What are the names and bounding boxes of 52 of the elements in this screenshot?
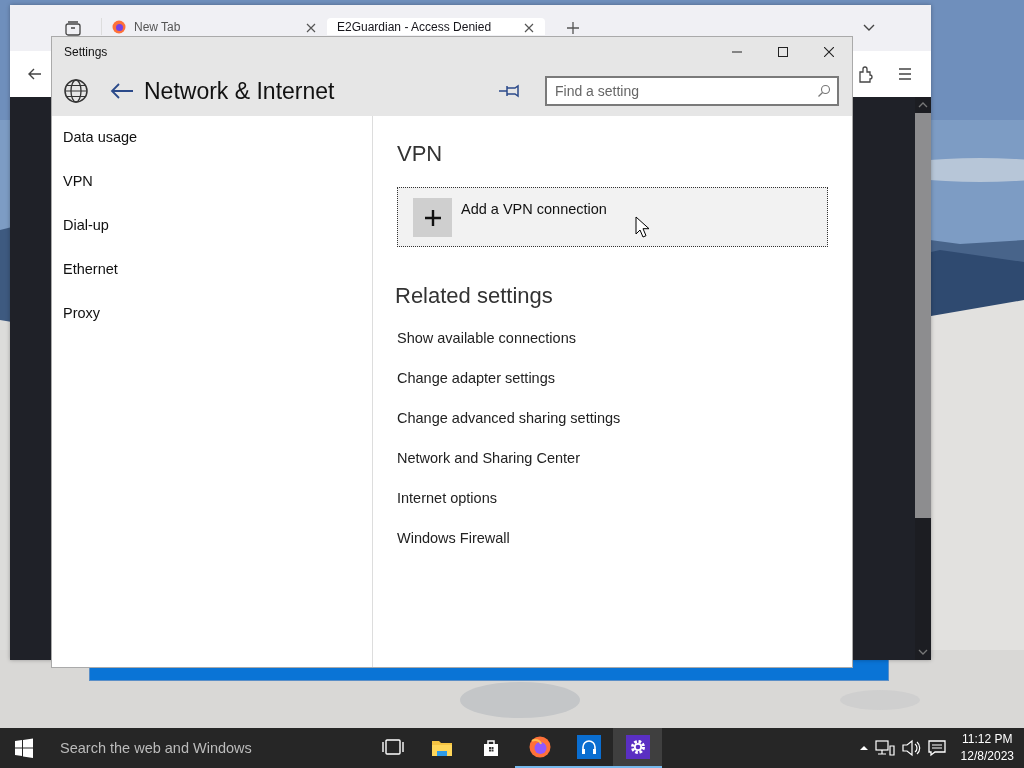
settings-link[interactable]: Show available connections [397,330,852,370]
pin-icon[interactable] [497,83,521,99]
close-icon[interactable] [523,22,535,34]
headphones-icon [576,735,601,759]
window-title: Settings [64,44,108,59]
sidebar-item[interactable]: Data usage [52,128,372,172]
puzzle-icon[interactable] [856,64,876,84]
clock-time[interactable]: 11:12 PM [962,731,1013,748]
settings-link[interactable]: Network and Sharing Center [397,450,852,490]
volume-icon[interactable] [900,739,921,757]
search-field[interactable]: Find a setting [545,76,839,106]
settings-link[interactable]: Windows Firewall [397,530,852,570]
sidebar-item[interactable]: Proxy [52,304,372,348]
add-vpn-button[interactable]: Add a VPN connection [397,187,828,247]
search-icon[interactable] [817,84,831,98]
scrollbar[interactable] [915,97,931,660]
new-tab-icon[interactable] [565,20,581,36]
sidebar-item[interactable]: Dial-up [52,216,372,260]
notification-icon[interactable] [926,739,947,757]
windows-logo-icon[interactable] [14,738,34,758]
globe-icon [63,78,89,104]
tab-title: E2Guardian - Access Denied [337,20,493,34]
settings-link[interactable]: Change adapter settings [397,370,852,410]
scroll-down-icon[interactable] [918,648,928,656]
plus-icon [413,198,452,237]
settings-icon [625,735,650,759]
close-icon [824,46,834,57]
page-title: Network & Internet [144,77,335,105]
settings-link[interactable]: Internet options [397,490,852,530]
firefox-icon [527,735,552,759]
close-icon[interactable] [305,22,317,34]
taskbar-button[interactable] [613,728,662,768]
menu-icon[interactable] [896,65,914,83]
caret-up-icon[interactable] [858,744,869,752]
cursor-icon [635,216,649,238]
network-icon[interactable] [874,739,895,757]
section-heading: Related settings [395,283,554,310]
sidebar-item[interactable]: VPN [52,172,372,216]
section-heading: VPN [397,141,444,168]
browser-tab[interactable]: E2Guardian - Access Denied [327,18,545,35]
scroll-up-icon[interactable] [918,101,928,109]
scroll-thumb[interactable] [915,113,931,518]
settings-link[interactable]: Change advanced sharing settings [397,410,852,450]
firefox-icon [112,20,126,34]
tab-title: New Tab [134,20,182,34]
maximize-icon [778,46,788,57]
tab-list-icon[interactable] [64,19,82,37]
sidebar-item[interactable]: Ethernet [52,260,372,304]
back-arrow-icon[interactable] [109,81,135,101]
browser-tab[interactable]: New Tab [101,18,327,35]
taskbar-search[interactable]: Search the web and Windows [60,740,360,756]
clock-date[interactable]: 12/8/2023 [960,748,1014,765]
